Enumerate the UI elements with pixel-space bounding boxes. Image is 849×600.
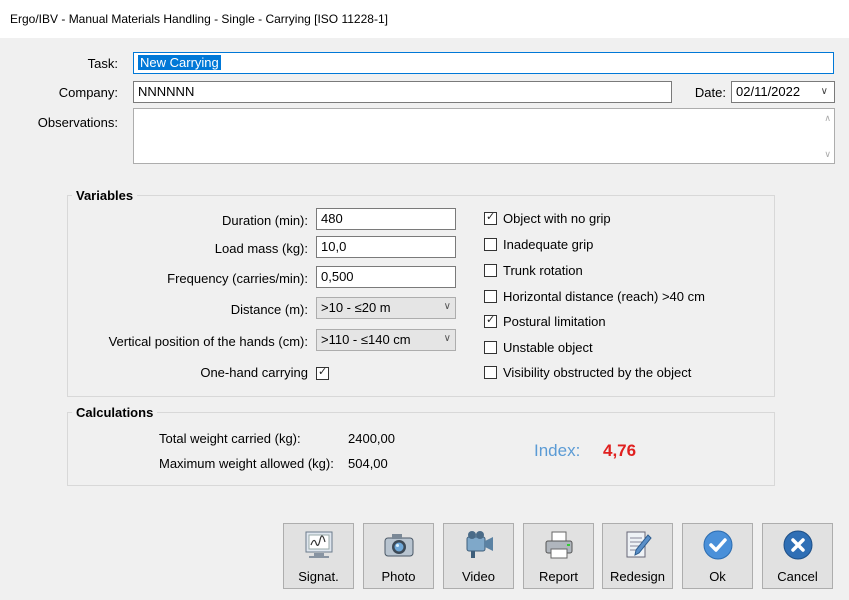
check-horizontal-distance[interactable]: Horizontal distance (reach) >40 cm <box>484 288 705 304</box>
ok-button[interactable]: Ok <box>682 523 753 589</box>
task-label: Task: <box>87 56 118 71</box>
check-label: Visibility obstructed by the object <box>503 365 692 381</box>
checkbox[interactable] <box>484 264 497 278</box>
printer-icon <box>545 531 573 559</box>
check-label: Unstable object <box>503 340 593 356</box>
checkbox[interactable] <box>484 366 497 380</box>
check-unstable-object[interactable]: Unstable object <box>484 339 593 355</box>
task-value: New Carrying <box>138 55 221 70</box>
check-visibility-obstructed[interactable]: Visibility obstructed by the object <box>484 364 691 380</box>
check-label: Horizontal distance (reach) >40 cm <box>503 289 705 305</box>
calculations-title: Calculations <box>72 405 158 420</box>
check-inadequate-grip[interactable]: Inadequate grip <box>484 236 593 252</box>
checkbox[interactable] <box>484 341 497 355</box>
max-weight-label: Maximum weight allowed (kg): <box>159 456 334 471</box>
vertical-position-select[interactable]: >110 - ≤140 cm ∨ <box>316 329 456 351</box>
scroll-up-icon[interactable]: ∧ <box>824 113 831 124</box>
check-icon: ✓ <box>318 366 328 379</box>
checkmark-circle-icon <box>703 530 733 560</box>
video-camera-icon <box>466 531 493 558</box>
one-hand-checkbox[interactable]: ✓ <box>316 366 329 381</box>
frequency-input[interactable]: 0,500 <box>316 266 456 288</box>
ok-button-label: Ok <box>709 569 726 584</box>
date-picker[interactable]: 02/11/2022 ∨ <box>731 81 835 103</box>
photo-button-label: Photo <box>381 569 416 584</box>
observations-label: Observations: <box>37 115 118 130</box>
company-label: Company: <box>58 85 118 100</box>
checkbox[interactable]: ✓ <box>484 211 497 226</box>
variables-title: Variables <box>72 188 138 203</box>
total-weight-label: Total weight carried (kg): <box>159 431 301 446</box>
vertical-position-value: >110 - ≤140 cm <box>321 332 411 347</box>
redesign-button[interactable]: Redesign <box>602 523 673 589</box>
distance-label: Distance (m): <box>230 302 308 317</box>
frequency-label: Frequency (carries/min): <box>167 271 308 286</box>
load-mass-label: Load mass (kg): <box>214 241 308 256</box>
chevron-down-icon[interactable]: ∨ <box>444 301 451 312</box>
video-button-label: Video <box>461 569 495 584</box>
distance-select[interactable]: >10 - ≤20 m ∨ <box>316 297 456 319</box>
max-weight-value: 504,00 <box>348 456 388 471</box>
checkbox[interactable] <box>484 238 497 252</box>
document-edit-icon <box>626 531 652 558</box>
index-value: 4,76 <box>603 441 637 460</box>
load-mass-input[interactable]: 10,0 <box>316 236 456 258</box>
one-hand-label: One-hand carrying <box>200 365 308 380</box>
date-value: 02/11/2022 <box>736 84 801 99</box>
signature-button[interactable]: Signat. <box>283 523 354 589</box>
total-weight-value: 2400,00 <box>348 431 395 446</box>
photo-button[interactable]: Photo <box>363 523 434 589</box>
task-input[interactable]: New Carrying <box>133 52 834 74</box>
scroll-down-icon[interactable]: ∨ <box>824 149 831 160</box>
close-circle-icon <box>783 530 813 560</box>
vertical-position-label: Vertical position of the hands (cm): <box>108 334 308 349</box>
check-label: Object with no grip <box>503 211 611 227</box>
report-button-label: Report <box>538 569 579 584</box>
checkbox[interactable] <box>484 290 497 304</box>
distance-value: >10 - ≤20 m <box>321 300 391 315</box>
window-title: Ergo/IBV - Manual Materials Handling - S… <box>10 12 388 26</box>
observations-textarea[interactable]: ∧ ∨ <box>133 108 835 164</box>
report-button[interactable]: Report <box>523 523 594 589</box>
check-icon: ✓ <box>486 211 496 224</box>
check-object-no-grip[interactable]: ✓ Object with no grip <box>484 210 611 226</box>
date-label: Date: <box>694 85 726 100</box>
camera-icon <box>384 534 414 557</box>
chevron-down-icon[interactable]: ∨ <box>444 333 451 344</box>
check-trunk-rotation[interactable]: Trunk rotation <box>484 262 583 278</box>
signature-icon <box>305 531 333 558</box>
check-icon: ✓ <box>486 314 496 327</box>
check-label: Inadequate grip <box>503 237 594 253</box>
video-button[interactable]: Video <box>443 523 514 589</box>
company-input[interactable]: NNNNNN <box>133 81 672 103</box>
duration-input[interactable]: 480 <box>316 208 456 230</box>
check-label: Trunk rotation <box>503 263 583 279</box>
signature-button-label: Signat. <box>298 569 339 584</box>
check-postural-limitation[interactable]: ✓ Postural limitation <box>484 313 606 329</box>
cancel-button-label: Cancel <box>777 569 818 584</box>
check-label: Postural limitation <box>503 314 606 330</box>
cancel-button[interactable]: Cancel <box>762 523 833 589</box>
calculations-group <box>67 412 775 486</box>
index-label: Index: <box>534 441 581 460</box>
checkbox[interactable]: ✓ <box>484 314 497 329</box>
title-bar: Ergo/IBV - Manual Materials Handling - S… <box>0 0 849 38</box>
redesign-button-label: Redesign <box>610 569 665 584</box>
duration-label: Duration (min): <box>222 213 308 228</box>
chevron-down-icon[interactable]: ∨ <box>821 86 828 97</box>
